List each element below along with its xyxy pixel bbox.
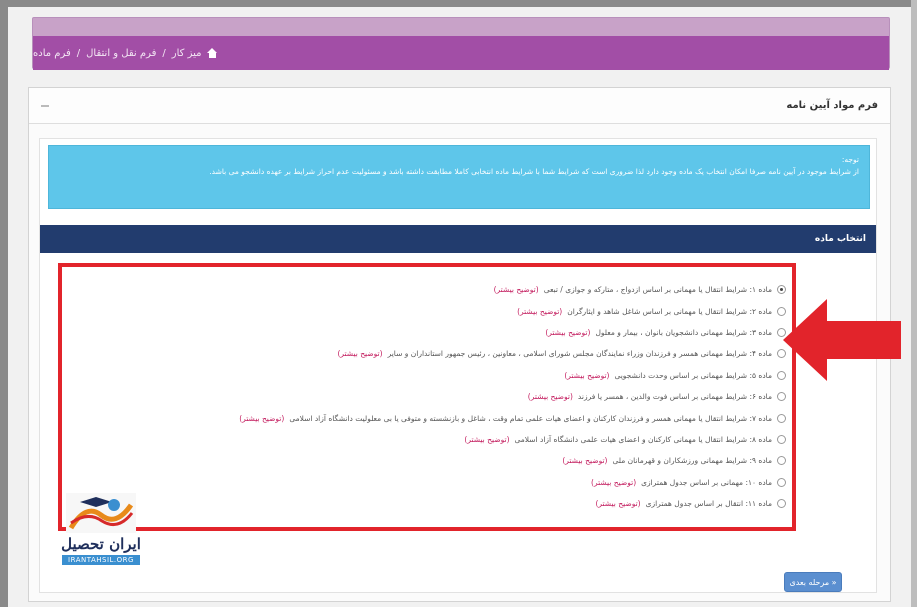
more-info-link[interactable]: (توضیح بیشتر)	[595, 499, 640, 508]
option-label: ماده ۱: شرایط انتقال یا مهمانی بر اساس ا…	[543, 285, 772, 295]
breadcrumb-separator: /	[76, 47, 81, 59]
more-info-link[interactable]: (توضیح بیشتر)	[562, 456, 607, 465]
watermark-logo: ایران تحصیل IRANTAHSIL.ORG	[46, 493, 156, 591]
regulation-panel: فرم مواد آیین نامه توجه: از شرایط موجود …	[28, 87, 891, 602]
option-label: ماده ۴: شرایط مهمانی همسر و فرزندان وزرا…	[387, 349, 772, 359]
article-option[interactable]: ماده ۸: شرایط انتقال یا مهمانی کارکنان و…	[66, 429, 786, 450]
option-label: ماده ۵: شرایط مهمانی بر اساس وحدت دانشجو…	[614, 370, 772, 380]
option-label: ماده ۷: شرایط انتقال یا مهمانی همسر و فر…	[289, 413, 772, 423]
article-option[interactable]: ماده ۱۱: انتقال بر اساس جدول همترازی (تو…	[66, 493, 786, 514]
window-frame-left	[0, 0, 8, 607]
article-option[interactable]: ماده ۱۰: مهمانی بر اساس جدول همترازی (تو…	[66, 472, 786, 493]
form-body: توجه: از شرایط موجود در آیین نامه صرفا ا…	[39, 138, 877, 593]
radio-button[interactable]	[777, 392, 786, 402]
article-option[interactable]: ماده ۵: شرایط مهمانی بر اساس وحدت دانشجو…	[66, 365, 786, 386]
more-info-link[interactable]: (توضیح بیشتر)	[464, 435, 509, 444]
chevron-left-icon: «	[829, 577, 837, 587]
graduation-logo-icon	[66, 493, 136, 533]
article-option[interactable]: ماده ۴: شرایط مهمانی همسر و فرزندان وزرا…	[66, 343, 786, 364]
collapse-icon[interactable]	[41, 104, 49, 107]
radio-button[interactable]	[777, 434, 786, 444]
alert-heading: توجه:	[841, 155, 859, 164]
more-info-link[interactable]: (توضیح بیشتر)	[517, 307, 562, 316]
article-option[interactable]: ماده ۱: شرایط انتقال یا مهمانی بر اساس ا…	[66, 279, 786, 300]
breadcrumb-item-dashboard[interactable]: میز کار	[172, 48, 202, 59]
page: میز کار / فرم نقل و انتقال / فرم ماده فر…	[8, 7, 911, 607]
more-info-link[interactable]: (توضیح بیشتر)	[591, 478, 636, 487]
more-info-link[interactable]: (توضیح بیشتر)	[494, 285, 539, 294]
more-info-link[interactable]: (توضیح بیشتر)	[564, 371, 609, 380]
next-step-label: مرحله بعدی	[789, 577, 830, 587]
more-info-link[interactable]: (توضیح بیشتر)	[528, 392, 573, 401]
radio-button[interactable]	[777, 456, 786, 466]
article-option[interactable]: ماده ۳: شرایط مهمانی دانشجویان بانوان ، …	[66, 322, 786, 343]
option-label: ماده ۱۰: مهمانی بر اساس جدول همترازی	[641, 477, 772, 487]
article-option[interactable]: ماده ۲: شرایط انتقال یا مهمانی بر اساس ش…	[66, 300, 786, 321]
breadcrumb-item-current: فرم ماده	[33, 47, 71, 59]
article-option[interactable]: ماده ۹: شرایط مهمانی ورزشکاران و قهرمانا…	[66, 450, 786, 471]
article-option[interactable]: ماده ۷: شرایط انتقال یا مهمانی همسر و فر…	[66, 407, 786, 428]
article-options-list: ماده ۱: شرایط انتقال یا مهمانی بر اساس ا…	[66, 279, 786, 514]
panel-header: فرم مواد آیین نامه	[29, 88, 890, 124]
window-frame-top	[0, 0, 917, 7]
breadcrumb-bar: میز کار / فرم نقل و انتقال / فرم ماده	[33, 36, 889, 70]
radio-button[interactable]	[777, 499, 786, 509]
option-label: ماده ۲: شرایط انتقال یا مهمانی بر اساس ش…	[567, 306, 772, 316]
breadcrumb-item-transfer[interactable]: فرم نقل و انتقال	[86, 48, 156, 59]
option-label: ماده ۸: شرایط انتقال یا مهمانی کارکنان و…	[514, 434, 772, 444]
more-info-link[interactable]: (توضیح بیشتر)	[239, 414, 284, 423]
article-option[interactable]: ماده ۶: شرایط مهمانی بر اساس فوت والدین …	[66, 386, 786, 407]
section-title: انتخاب ماده	[814, 234, 866, 244]
watermark-domain: IRANTAHSIL.ORG	[62, 555, 140, 565]
breadcrumb: میز کار / فرم نقل و انتقال / فرم ماده	[32, 17, 890, 70]
option-label: ماده ۹: شرایط مهمانی ورزشکاران و قهرمانا…	[612, 456, 772, 466]
watermark-brand: ایران تحصیل	[61, 535, 141, 553]
info-alert: توجه: از شرایط موجود در آیین نامه صرفا ا…	[48, 145, 870, 209]
section-header: انتخاب ماده	[40, 225, 876, 253]
option-label: ماده ۱۱: انتقال بر اساس جدول همترازی	[645, 499, 772, 509]
red-arrow-annotation	[783, 299, 901, 381]
radio-button[interactable]	[777, 285, 786, 295]
radio-button[interactable]	[777, 413, 786, 423]
alert-text: از شرایط موجود در آیین نامه صرفا امکان ا…	[209, 167, 859, 176]
option-label: ماده ۶: شرایط مهمانی بر اساس فوت والدین …	[577, 392, 772, 402]
window-frame-right	[911, 0, 917, 607]
panel-title: فرم مواد آیین نامه	[786, 100, 878, 111]
radio-button[interactable]	[777, 477, 786, 487]
next-step-button[interactable]: « مرحله بعدی	[784, 572, 842, 592]
option-label: ماده ۳: شرایط مهمانی دانشجویان بانوان ، …	[595, 327, 772, 337]
more-info-link[interactable]: (توضیح بیشتر)	[545, 328, 590, 337]
breadcrumb-separator: /	[162, 47, 166, 59]
home-icon[interactable]	[207, 48, 218, 58]
more-info-link[interactable]: (توضیح بیشتر)	[337, 349, 382, 358]
